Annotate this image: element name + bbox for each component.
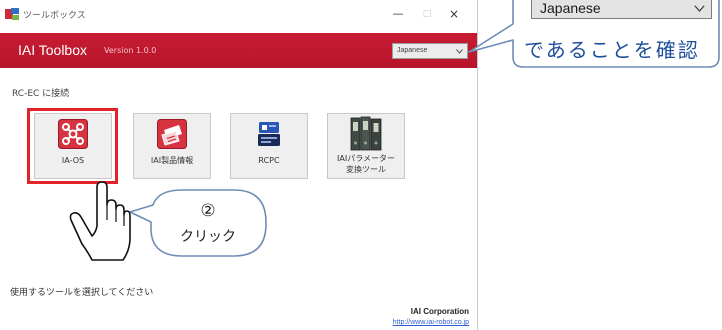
app-header: IAI Toolbox Version 1.0.0 Japanese (0, 33, 477, 68)
maximize-button[interactable]: □ (415, 5, 439, 23)
app-icon (5, 8, 19, 20)
callout-language-value: Japanese (540, 0, 601, 16)
close-button[interactable]: × (442, 5, 466, 23)
tool-tile-label-line: 変換ツール (346, 165, 386, 174)
company-name: IAI Corporation (410, 307, 469, 316)
toolbox-window: ツールボックス — □ × IAI Toolbox Version 1.0.0 … (0, 0, 478, 330)
product-card-icon (157, 119, 187, 149)
tool-tile-label: IAIパラメーター 変換ツール (328, 153, 404, 175)
instruction-text: 使用するツールを選択してください (10, 288, 154, 298)
section-label: RC-EC に接続 (12, 89, 70, 99)
screenshot-canvas: ツールボックス — □ × IAI Toolbox Version 1.0.0 … (0, 0, 722, 330)
binders-icon (350, 116, 382, 151)
click-label: クリック (180, 229, 236, 245)
step-marker: ② (200, 201, 216, 221)
controller-icon (258, 122, 280, 146)
language-select-value: Japanese (397, 47, 428, 54)
tool-tile-iai-product-info[interactable]: IAI製品情報 (133, 113, 211, 179)
chevron-down-icon (694, 5, 705, 12)
tool-tile-label: IAI製品情報 (150, 156, 194, 165)
tool-tile-rcpc[interactable]: RCPC (230, 113, 308, 179)
company-link[interactable]: http://www.iai-robot.co.jp (393, 319, 469, 326)
tool-tile-parameter-tool[interactable]: IAIパラメーター 変換ツール (327, 113, 405, 179)
tool-tile-label: RCPC (258, 156, 280, 165)
minimize-button[interactable]: — (386, 5, 410, 23)
highlight-frame (27, 108, 118, 184)
version-label: Version 1.0.0 (104, 46, 157, 55)
chevron-down-icon (456, 49, 463, 54)
callout-confirm-text: であることを確認 (524, 38, 700, 62)
window-title: ツールボックス (23, 11, 86, 21)
callout-language-select: Japanese (531, 0, 712, 19)
title-bar[interactable]: ツールボックス — □ × (0, 0, 477, 30)
app-name: IAI Toolbox (18, 42, 88, 58)
language-select[interactable]: Japanese (392, 43, 468, 59)
tool-tile-label-line: IAIパラメーター (337, 154, 395, 163)
